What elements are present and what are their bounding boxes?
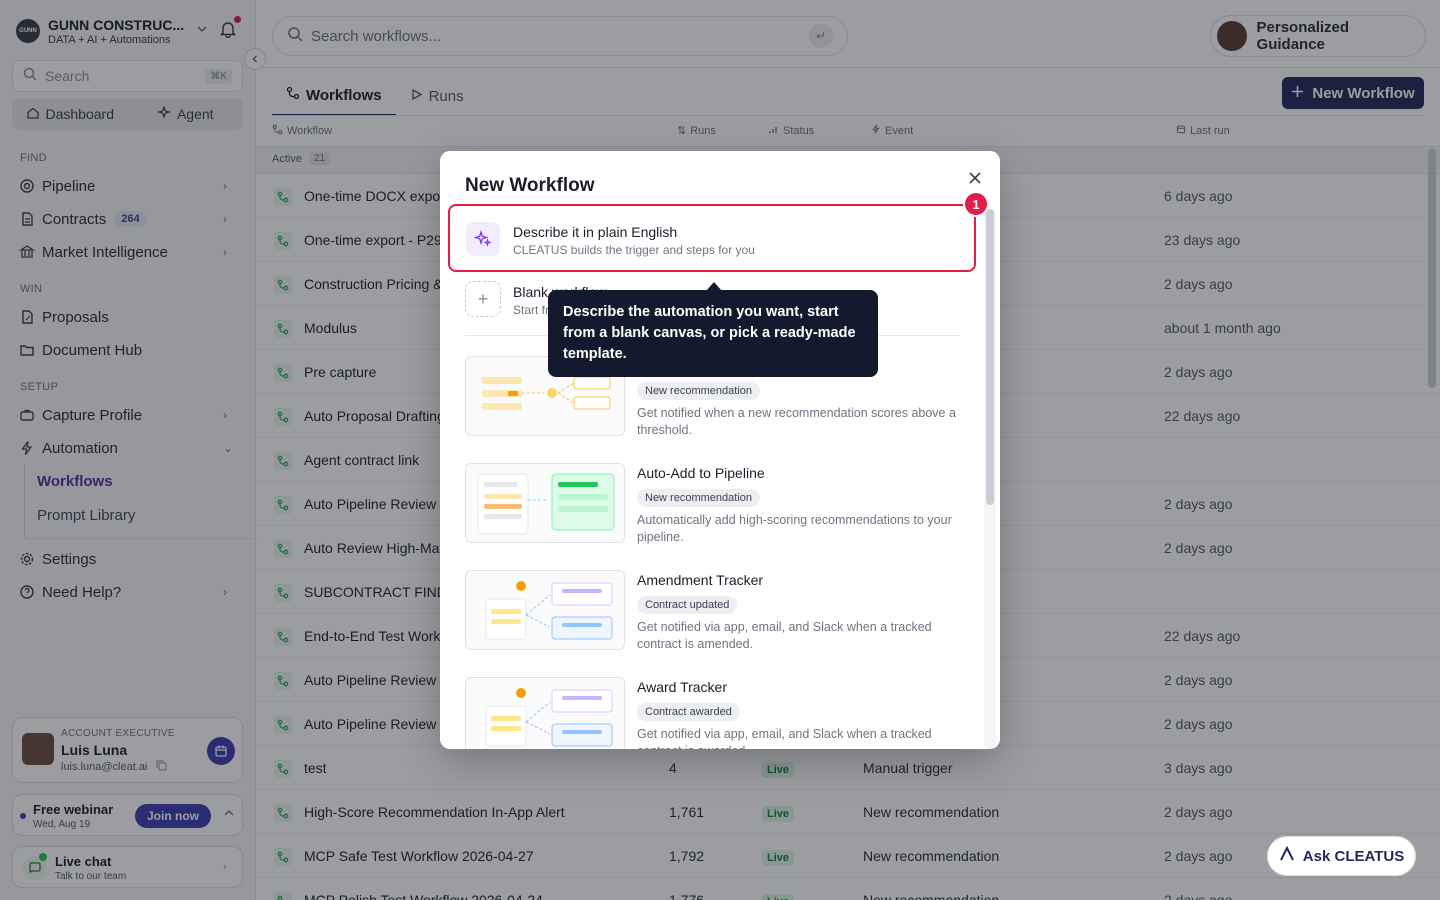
plus-icon: +: [465, 281, 501, 317]
new-workflow-modal: New Workflow Describe it in plain Englis…: [440, 151, 1000, 749]
describe-title: Describe it in plain English: [513, 224, 678, 240]
template-thumbnail: [465, 677, 625, 749]
ask-cleatus-button[interactable]: Ask CLEATUS: [1267, 836, 1416, 876]
template-card[interactable]: Amendment Tracker Contract updated Get n…: [465, 570, 960, 666]
cleatus-logo-icon: [1279, 845, 1295, 866]
onboarding-tooltip: Describe the automation you want, start …: [548, 290, 878, 377]
modal-title: New Workflow: [465, 175, 595, 196]
template-trigger-tag: Contract awarded: [637, 703, 740, 721]
describe-subtitle: CLEATUS builds the trigger and steps for…: [513, 243, 755, 257]
modal-scrollbar[interactable]: [986, 209, 994, 505]
template-description: Get notified via app, email, and Slack w…: [637, 620, 932, 651]
template-card[interactable]: Award Tracker Contract awarded Get notif…: [465, 677, 960, 749]
template-title: Amendment Tracker: [637, 572, 764, 588]
ask-label: Ask CLEATUS: [1302, 847, 1405, 865]
template-title: Award Tracker: [637, 679, 727, 695]
template-trigger-tag: New recommendation: [637, 382, 760, 400]
close-icon[interactable]: [966, 169, 984, 187]
template-description: Get notified when a new recommendation s…: [637, 406, 956, 437]
template-trigger-tag: New recommendation: [637, 489, 760, 507]
template-description: Get notified via app, email, and Slack w…: [637, 727, 932, 749]
template-description: Automatically add high-scoring recommend…: [637, 513, 952, 544]
magic-sparkle-icon: [466, 222, 500, 256]
template-card[interactable]: Auto-Add to Pipeline New recommendation …: [465, 463, 960, 559]
template-thumbnail: [465, 570, 625, 650]
step-badge: 1: [963, 191, 989, 217]
template-title: Auto-Add to Pipeline: [637, 465, 765, 481]
template-thumbnail: [465, 463, 625, 543]
describe-option[interactable]: Describe it in plain English CLEATUS bui…: [448, 204, 976, 272]
template-trigger-tag: Contract updated: [637, 596, 738, 614]
